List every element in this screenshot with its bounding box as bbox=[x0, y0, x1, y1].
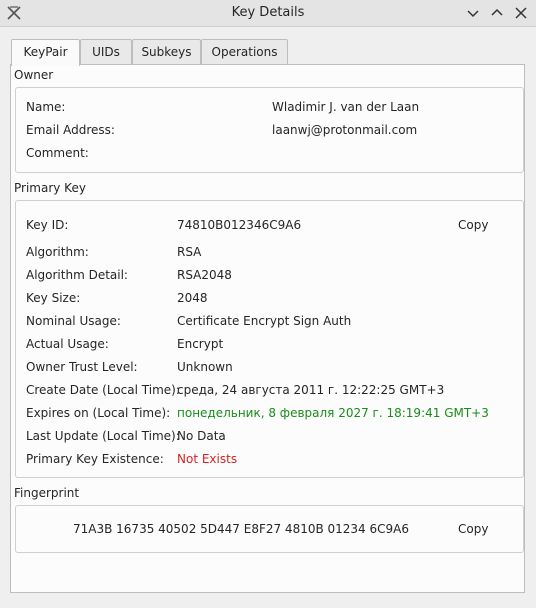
copy-fingerprint-button[interactable]: Copy bbox=[458, 521, 488, 537]
actual-usage-label: Actual Usage: bbox=[26, 337, 109, 351]
key-id-label: Key ID: bbox=[26, 218, 69, 232]
create-date-label: Create Date (Local Time): bbox=[26, 383, 180, 397]
owner-email-value: laanwj@protonmail.com bbox=[272, 123, 418, 137]
fingerprint-group: 71A3B 16735 40502 5D447 E8F27 4810B 0123… bbox=[15, 505, 524, 553]
copy-key-id-button[interactable]: Copy bbox=[458, 217, 488, 233]
title-bar: Key Details bbox=[0, 0, 536, 27]
algorithm-detail-label: Algorithm Detail: bbox=[26, 268, 128, 282]
owner-group: Name: Wladimir J. van der Laan Email Add… bbox=[15, 87, 524, 173]
key-existence-value: Not Exists bbox=[177, 452, 238, 466]
owner-comment-label: Comment: bbox=[26, 146, 89, 160]
nominal-usage-value: Certificate Encrypt Sign Auth bbox=[177, 314, 352, 328]
minimize-icon[interactable] bbox=[465, 5, 481, 21]
create-date-value: среда, 24 августа 2011 г. 12:22:25 GMT+3 bbox=[177, 383, 445, 397]
key-size-label: Key Size: bbox=[26, 291, 81, 305]
close-icon[interactable] bbox=[513, 5, 529, 21]
window-title: Key Details bbox=[231, 5, 305, 20]
owner-trust-value: Unknown bbox=[177, 360, 233, 374]
owner-group-title: Owner bbox=[14, 68, 54, 82]
nominal-usage-label: Nominal Usage: bbox=[26, 314, 121, 328]
algorithm-detail-value: RSA2048 bbox=[177, 268, 232, 282]
owner-trust-label: Owner Trust Level: bbox=[26, 360, 138, 374]
last-update-value: No Data bbox=[177, 429, 226, 443]
tab-subkeys[interactable]: Subkeys bbox=[132, 39, 201, 64]
key-id-value: 74810B012346C9A6 bbox=[177, 218, 302, 232]
primary-key-group: Key ID: 74810B012346C9A6 Copy Algorithm:… bbox=[15, 200, 524, 478]
actual-usage-value: Encrypt bbox=[177, 337, 224, 351]
expires-label: Expires on (Local Time): bbox=[26, 406, 171, 420]
last-update-label: Last Update (Local Time): bbox=[26, 429, 180, 443]
maximize-icon[interactable] bbox=[489, 5, 505, 21]
key-size-value: 2048 bbox=[177, 291, 208, 305]
keypair-panel: Owner Name: Wladimir J. van der Laan Ema… bbox=[10, 64, 525, 593]
owner-name-value: Wladimir J. van der Laan bbox=[272, 100, 420, 114]
primary-key-group-title: Primary Key bbox=[14, 181, 86, 195]
fingerprint-value: 71A3B 16735 40502 5D447 E8F27 4810B 0123… bbox=[73, 522, 409, 536]
tab-uids[interactable]: UIDs bbox=[80, 39, 132, 64]
owner-email-label: Email Address: bbox=[26, 123, 115, 137]
key-existence-label: Primary Key Existence: bbox=[26, 452, 164, 466]
tab-operations[interactable]: Operations bbox=[201, 39, 288, 64]
tab-keypair[interactable]: KeyPair bbox=[11, 39, 80, 66]
expires-value: понедельник, 8 февраля 2027 г. 18:19:41 … bbox=[177, 406, 489, 420]
algorithm-label: Algorithm: bbox=[26, 245, 89, 259]
owner-name-label: Name: bbox=[26, 100, 66, 114]
algorithm-value: RSA bbox=[177, 245, 202, 259]
fingerprint-group-title: Fingerprint bbox=[14, 486, 80, 500]
